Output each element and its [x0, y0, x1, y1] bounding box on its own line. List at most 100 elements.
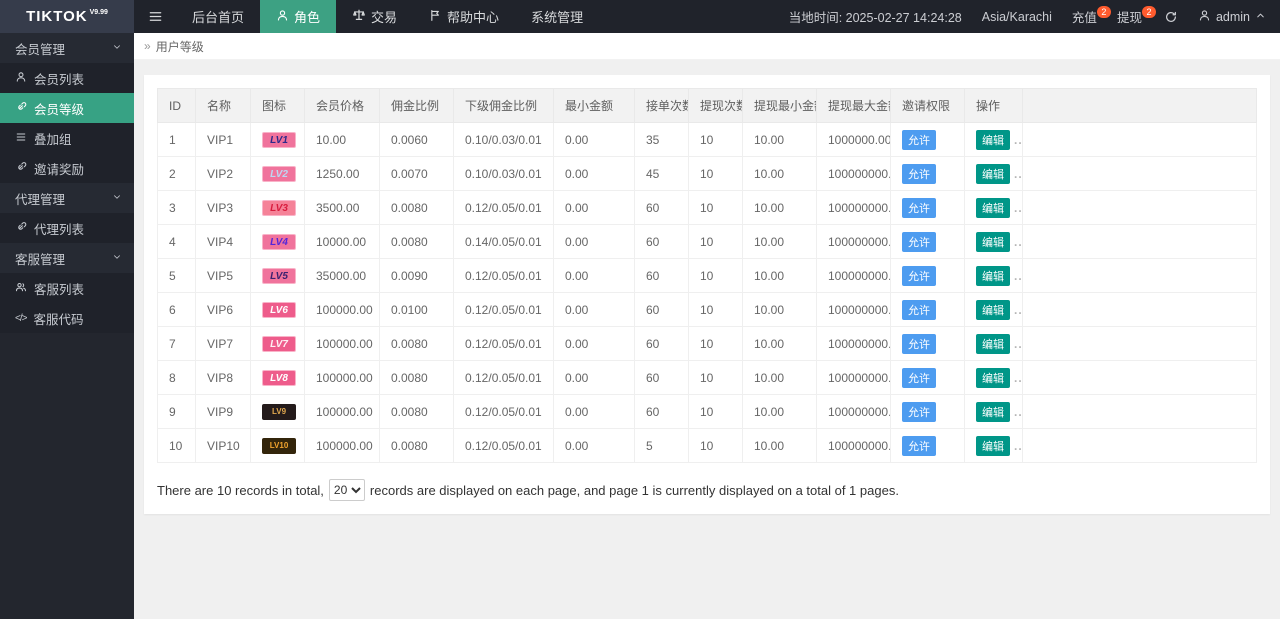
invite-permission-button[interactable]: 允许: [902, 231, 936, 252]
cell-commission: 0.0080: [379, 190, 454, 225]
item-label: 客服列表: [34, 282, 85, 297]
more-actions-ellipsis[interactable]: ...: [1014, 201, 1022, 215]
edit-button[interactable]: 编辑: [976, 197, 1010, 218]
flag-icon: [429, 9, 442, 25]
sidebar-item-stack-group[interactable]: 叠加组: [0, 123, 134, 153]
more-actions-ellipsis[interactable]: ...: [1014, 167, 1022, 181]
more-actions-ellipsis[interactable]: ...: [1014, 235, 1022, 249]
nav-label: 后台首页: [192, 10, 245, 25]
cell-sub-commission: 0.12/0.05/0.01: [453, 190, 554, 225]
sidebar-group-member-management[interactable]: 会员管理: [0, 33, 134, 63]
cell-actions: 编辑...: [964, 428, 1023, 463]
cell-withdraw-min: 10.00: [742, 190, 817, 225]
edit-button[interactable]: 编辑: [976, 129, 1010, 150]
invite-permission-button[interactable]: 允许: [902, 401, 936, 422]
col-min-amount: 最小金额: [553, 88, 635, 123]
hamburger-menu-icon[interactable]: [134, 0, 176, 33]
cell-price: 100000.00: [304, 428, 380, 463]
link-icon: [15, 221, 27, 236]
cell-sub-commission: 0.12/0.05/0.01: [453, 360, 554, 395]
nav-item-transactions[interactable]: 交易: [336, 0, 413, 33]
invite-permission-button[interactable]: 允许: [902, 299, 936, 320]
refresh-icon[interactable]: [1152, 10, 1190, 24]
more-actions-ellipsis[interactable]: ...: [1014, 337, 1022, 351]
cell-id: 7: [157, 326, 196, 361]
chevron-down-icon: [112, 251, 122, 265]
sidebar-item-service-list[interactable]: 客服列表: [0, 273, 134, 303]
invite-permission-button[interactable]: 允许: [902, 265, 936, 286]
cell-withdraw-count: 10: [688, 394, 743, 429]
cell-invite: 允许: [890, 292, 965, 327]
invite-permission-button[interactable]: 允许: [902, 367, 936, 388]
sidebar-group-agent-management[interactable]: 代理管理: [0, 183, 134, 213]
recharge-link[interactable]: 充值 2: [1062, 6, 1111, 26]
cell-name: VIP3: [195, 190, 251, 225]
more-actions-ellipsis[interactable]: ...: [1014, 303, 1022, 317]
scale-icon: [352, 8, 366, 25]
cell-filler: [1022, 326, 1257, 361]
sidebar-group-service-management[interactable]: 客服管理: [0, 243, 134, 273]
cell-badge: LV10: [250, 428, 305, 463]
edit-button[interactable]: 编辑: [976, 163, 1010, 184]
user-menu[interactable]: admin: [1190, 9, 1280, 25]
level-badge-icon: LV5: [262, 267, 296, 284]
more-actions-ellipsis[interactable]: ...: [1014, 439, 1022, 453]
cell-actions: 编辑...: [964, 326, 1023, 361]
cell-withdraw-min: 10.00: [742, 326, 817, 361]
cell-withdraw-max: 100000000...: [816, 292, 891, 327]
sidebar-item-agent-list[interactable]: 代理列表: [0, 213, 134, 243]
sidebar-item-member-list[interactable]: 会员列表: [0, 63, 134, 93]
cell-price: 10.00: [304, 122, 380, 157]
sidebar: 会员管理 会员列表 会员等级 叠加组 邀请奖励 代理管理 代理列表 客服管理 客…: [0, 33, 134, 619]
cell-sub-commission: 0.10/0.03/0.01: [453, 156, 554, 191]
list-icon: [15, 131, 27, 146]
edit-button[interactable]: 编辑: [976, 435, 1010, 456]
more-actions-ellipsis[interactable]: ...: [1014, 269, 1022, 283]
item-label: 会员等级: [34, 102, 85, 117]
invite-permission-button[interactable]: 允许: [902, 333, 936, 354]
edit-button[interactable]: 编辑: [976, 265, 1010, 286]
nav-item-system-management[interactable]: 系统管理: [515, 0, 599, 33]
nav-item-roles[interactable]: 角色: [260, 0, 337, 33]
edit-button[interactable]: 编辑: [976, 333, 1010, 354]
sidebar-item-service-code[interactable]: </> 客服代码: [0, 303, 134, 333]
cell-badge: LV8: [250, 360, 305, 395]
cell-filler: [1022, 394, 1257, 429]
edit-button[interactable]: 编辑: [976, 367, 1010, 388]
chevron-down-icon: [112, 41, 122, 55]
main-content: » 用户等级 ID 名称 图标 会员价格 佣金比例 下级佣金比例 最小金额 接单…: [134, 33, 1280, 619]
app-logo: TIKTOK V9.99: [0, 0, 134, 33]
user-icon: [15, 71, 27, 86]
cell-withdraw-min: 10.00: [742, 258, 817, 293]
edit-button[interactable]: 编辑: [976, 299, 1010, 320]
more-actions-ellipsis[interactable]: ...: [1014, 371, 1022, 385]
group-label: 会员管理: [15, 42, 66, 57]
cell-name: VIP4: [195, 224, 251, 259]
more-actions-ellipsis[interactable]: ...: [1014, 405, 1022, 419]
cell-name: VIP2: [195, 156, 251, 191]
user-icon: [1198, 9, 1211, 25]
sidebar-item-member-level[interactable]: 会员等级: [0, 93, 134, 123]
withdraw-label: 提现: [1116, 11, 1142, 25]
sidebar-item-invite-reward[interactable]: 邀请奖励: [0, 153, 134, 183]
cell-price: 100000.00: [304, 292, 380, 327]
cell-withdraw-min: 10.00: [742, 122, 817, 157]
cell-price: 100000.00: [304, 326, 380, 361]
cell-name: VIP7: [195, 326, 251, 361]
link-icon: [15, 161, 27, 176]
invite-permission-button[interactable]: 允许: [902, 163, 936, 184]
invite-permission-button[interactable]: 允许: [902, 435, 936, 456]
nav-item-dashboard[interactable]: 后台首页: [176, 0, 260, 33]
edit-button[interactable]: 编辑: [976, 231, 1010, 252]
more-actions-ellipsis[interactable]: ...: [1014, 133, 1022, 147]
invite-permission-button[interactable]: 允许: [902, 129, 936, 150]
cell-actions: 编辑...: [964, 360, 1023, 395]
cell-withdraw-max: 100000000...: [816, 224, 891, 259]
cell-commission: 0.0080: [379, 394, 454, 429]
page-size-select[interactable]: 20: [328, 479, 365, 501]
invite-permission-button[interactable]: 允许: [902, 197, 936, 218]
edit-button[interactable]: 编辑: [976, 401, 1010, 422]
nav-item-help-center[interactable]: 帮助中心: [413, 0, 515, 33]
cell-actions: 编辑...: [964, 292, 1023, 327]
withdraw-link[interactable]: 提现 2: [1107, 6, 1156, 26]
